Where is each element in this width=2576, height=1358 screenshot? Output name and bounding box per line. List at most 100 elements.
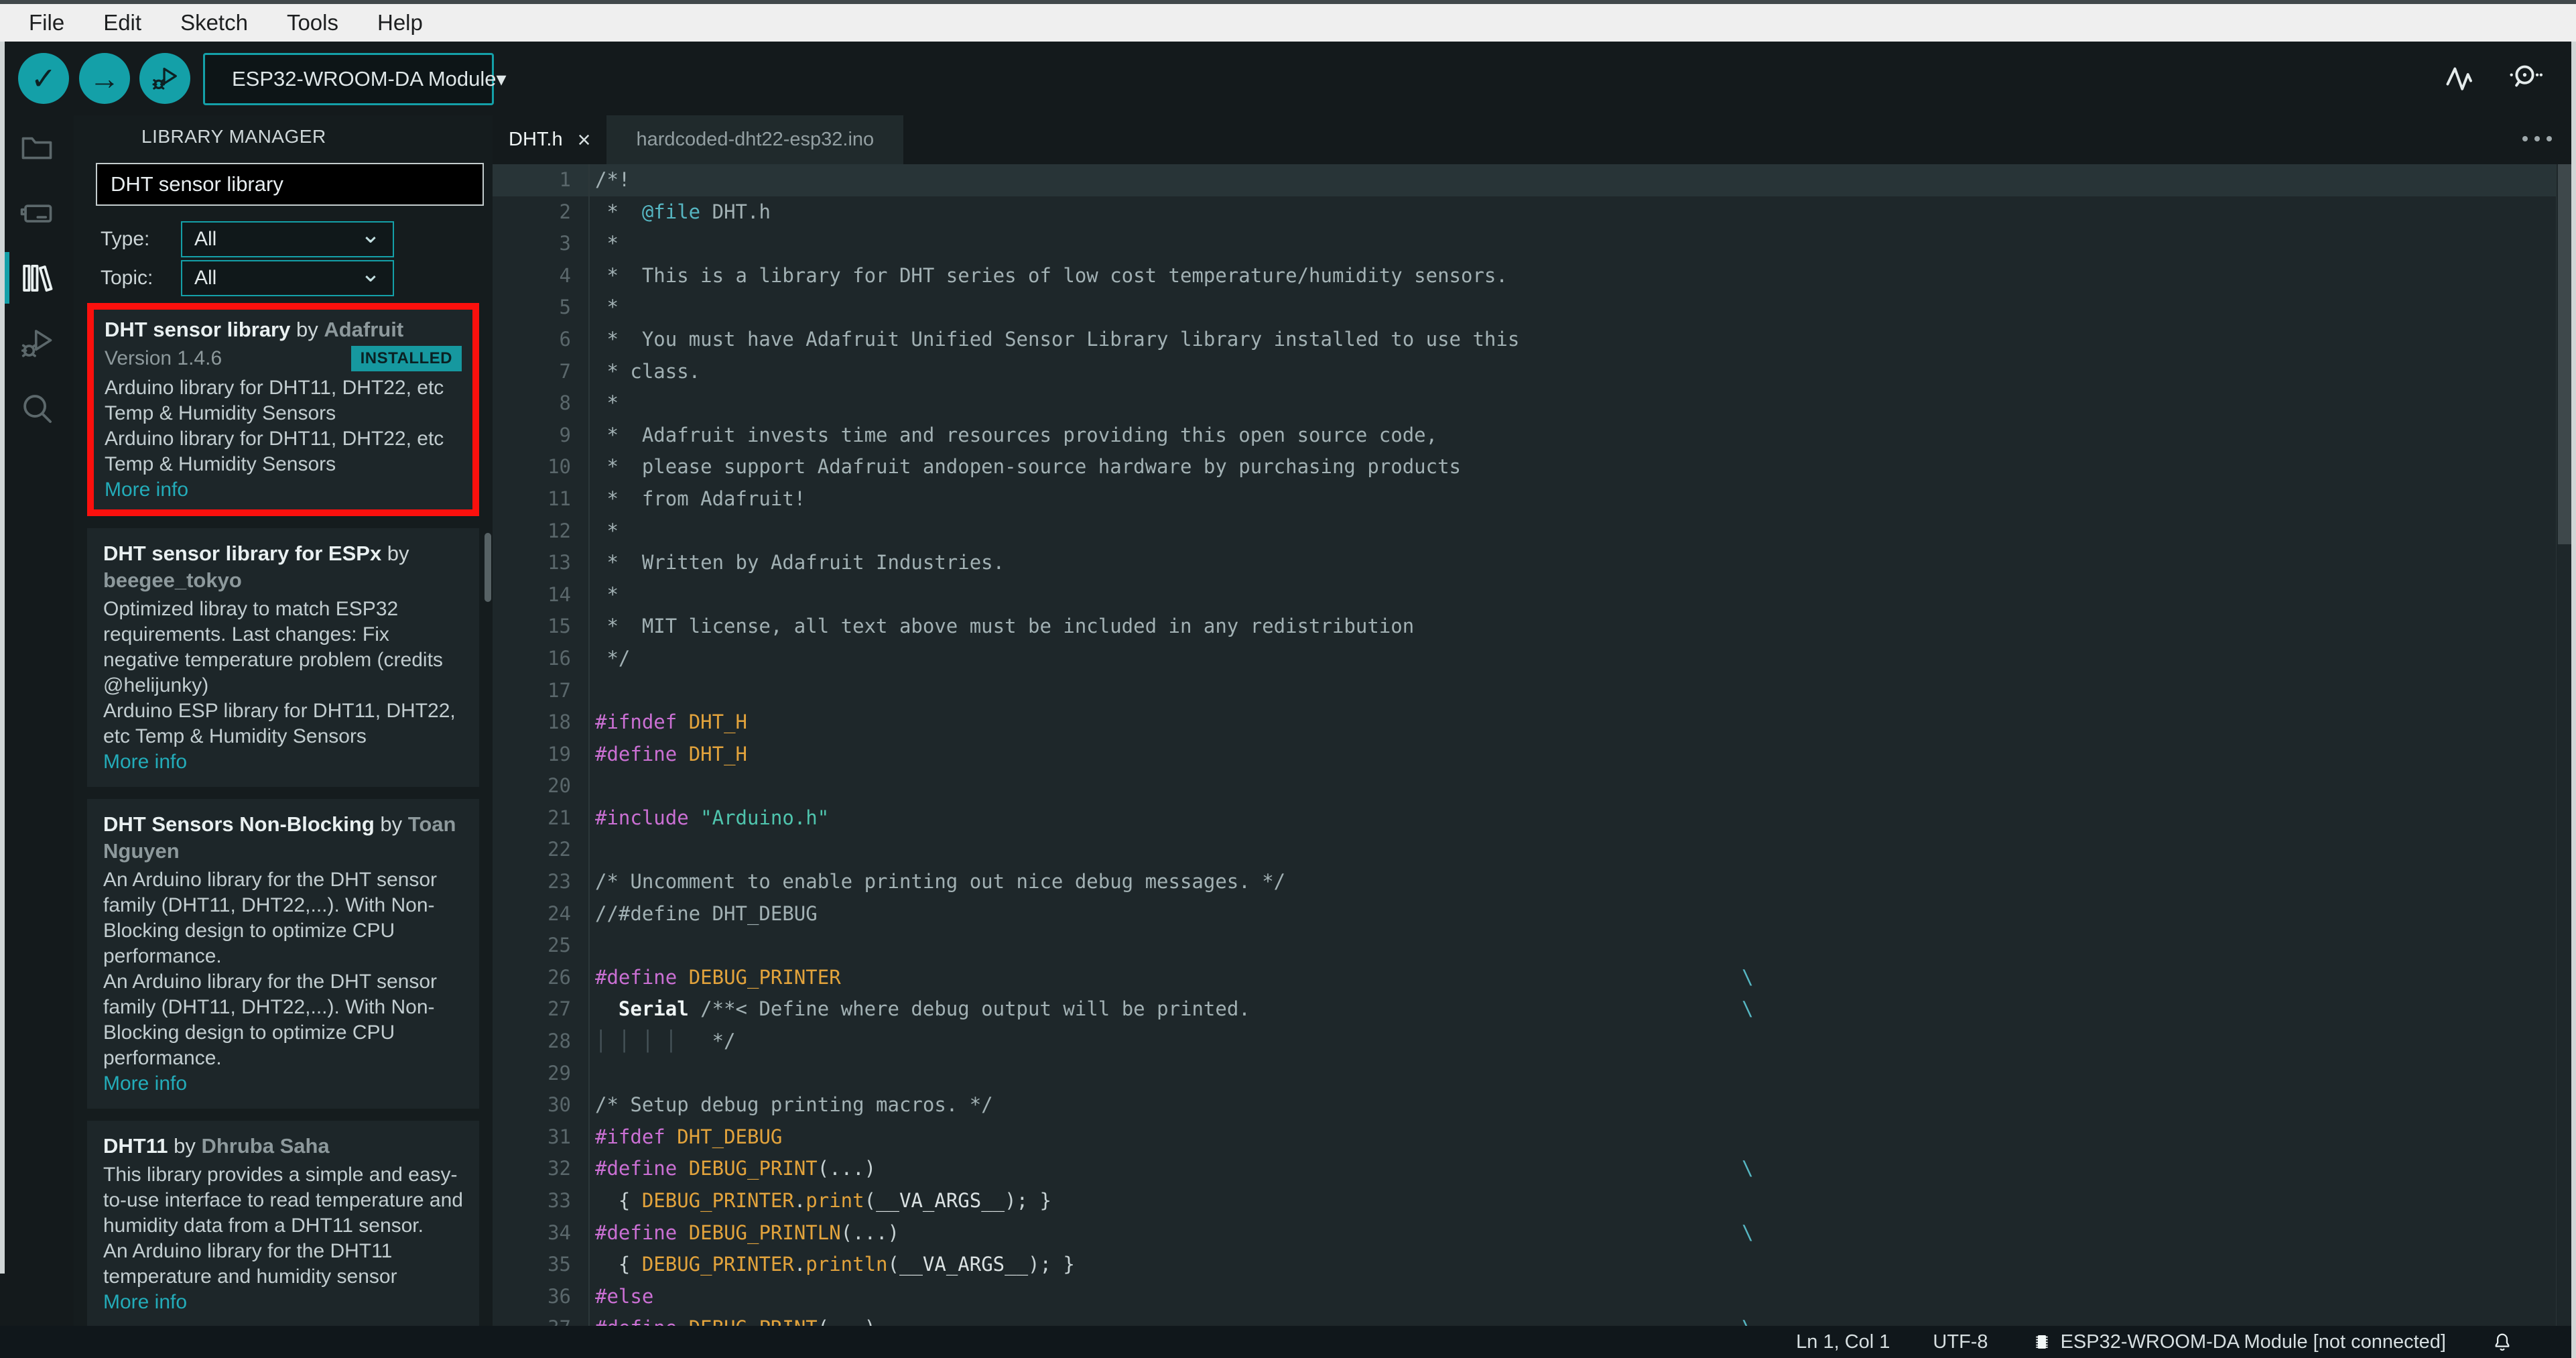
menu-edit[interactable]: Edit: [84, 4, 161, 42]
menu-sketch[interactable]: Sketch: [161, 4, 267, 42]
chip-icon: [2031, 1331, 2053, 1353]
more-info-link[interactable]: More info: [103, 1290, 187, 1315]
library-item-version: Version 1.4.6: [105, 347, 222, 369]
window-left-edge: [0, 42, 5, 1274]
arduino-ide-window: File Edit Sketch Tools Help ✓ → ESP32-WROOM-…: [0, 0, 2576, 1358]
code-line: 2 * @file DHT.h: [493, 196, 2556, 229]
activity-library-manager[interactable]: [0, 245, 74, 310]
code-line: 17: [493, 674, 2556, 707]
line-number: 1: [493, 164, 590, 196]
library-item-description: Optimized libray to match ESP32 requirem…: [103, 598, 443, 696]
main-area: LIBRARY MANAGER Type: All ⌄ Topic: All ⌄…: [0, 115, 2576, 1326]
activity-bar: [0, 115, 74, 1326]
topic-filter-label: Topic:: [101, 267, 153, 289]
editor-scrollbar[interactable]: [2556, 164, 2571, 1326]
code-line: 8 *: [493, 387, 2556, 420]
tab-overflow-menu[interactable]: [2522, 136, 2552, 141]
line-number: 36: [493, 1280, 590, 1313]
library-item[interactable]: DHT Sensors Non-Blocking by Toan Nguyen A…: [87, 799, 479, 1109]
library-item-description: An Arduino library for the DHT11 tempera…: [103, 1240, 397, 1288]
library-item-title: DHT Sensors Non-Blocking by Toan Nguyen: [103, 812, 456, 863]
more-info-link[interactable]: More info: [103, 1071, 187, 1097]
code-line: 37#define DEBUG_PRINT(...) \: [493, 1312, 2556, 1326]
code-line: 27 Serial /**< Define where debug output…: [493, 993, 2556, 1026]
line-number: 17: [493, 674, 590, 707]
code-line: 15 * MIT license, all text above must be…: [493, 611, 2556, 643]
code-line: 18 #ifndef DHT_H: [493, 706, 2556, 739]
close-icon[interactable]: ×: [578, 129, 591, 151]
serial-plotter-button[interactable]: [2442, 59, 2481, 98]
verify-button[interactable]: ✓: [18, 53, 69, 104]
menu-file[interactable]: File: [9, 4, 84, 42]
tab-hardcoded-dht22-esp32.ino[interactable]: hardcoded-dht22-esp32.ino: [606, 115, 904, 164]
activity-boards-manager[interactable]: [0, 180, 74, 245]
code-line: 4 * This is a library for DHT series of …: [493, 259, 2556, 292]
library-item[interactable]: DHT sensor library for ESPx by beegee_to…: [87, 528, 479, 787]
tab-bar: DHT.h × hardcoded-dht22-esp32.ino: [493, 115, 2576, 164]
line-number: 24: [493, 898, 590, 930]
activity-sketchbook-folder[interactable]: [0, 115, 74, 180]
line-number: 33: [493, 1185, 590, 1217]
code-line: 21 #include "Arduino.h": [493, 802, 2556, 835]
line-number: 5: [493, 292, 590, 324]
more-info-link[interactable]: More info: [105, 477, 188, 503]
library-item-description: This library provides a simple and easy-…: [103, 1164, 463, 1237]
line-number: 18: [493, 706, 590, 739]
sketchbook-folder-icon: [17, 129, 56, 168]
line-number: 25: [493, 930, 590, 962]
library-item-title: DHT sensor library by Adafruit: [105, 318, 404, 341]
type-filter-select[interactable]: All ⌄: [181, 221, 394, 257]
line-number: 37: [493, 1312, 590, 1326]
tab-DHT.h[interactable]: DHT.h ×: [493, 115, 607, 164]
panel-scrollbar[interactable]: [485, 533, 491, 602]
activity-debug[interactable]: [0, 310, 74, 375]
activity-search[interactable]: [0, 375, 74, 440]
notification-bell-icon[interactable]: [2490, 1330, 2514, 1354]
code-line: 19 #define DHT_H: [493, 738, 2556, 771]
code-editor[interactable]: 1/*! 2 * @file DHT.h 3 * 4 * This is a libr…: [493, 164, 2576, 1326]
tab-bar-tabs: DHT.h × hardcoded-dht22-esp32.ino: [493, 115, 904, 164]
library-search-input[interactable]: [96, 163, 484, 206]
line-number: 8: [493, 387, 590, 420]
cursor-position: Ln 1, Col 1: [1796, 1331, 1890, 1353]
code-line: 31 #ifdef DHT_DEBUG: [493, 1121, 2556, 1154]
code-line: 32 #define DEBUG_PRINT(...) \: [493, 1153, 2556, 1185]
library-item-description: Arduino library for DHT11, DHT22, etc Te…: [105, 428, 444, 475]
more-info-link[interactable]: More info: [103, 749, 187, 775]
line-number: 9: [493, 419, 590, 452]
code-line: 12 *: [493, 515, 2556, 548]
library-item[interactable]: DHT11 by Dhruba Saha This library provide…: [87, 1121, 479, 1326]
checkmark-icon: ✓: [30, 61, 57, 96]
debug-play-icon: [149, 63, 180, 94]
library-item-description: An Arduino library for the DHT sensor fa…: [103, 971, 438, 1069]
library-manager-panel: LIBRARY MANAGER Type: All ⌄ Topic: All ⌄…: [74, 115, 493, 1326]
code-line: 6 * You must have Adafruit Unified Senso…: [493, 323, 2556, 356]
code-line: 13 * Written by Adafruit Industries.: [493, 547, 2556, 579]
board-selector-dropdown[interactable]: ESP32-WROOM-DA Module ▾: [203, 53, 507, 105]
code-line: 5 *: [493, 292, 2556, 324]
code-line: 34 #define DEBUG_PRINTLN(...) \: [493, 1217, 2556, 1249]
library-item[interactable]: DHT sensor library by Adafruit Version 1.…: [87, 303, 479, 516]
chevron-down-icon: ⌄: [360, 259, 381, 287]
code-line: 26 #define DEBUG_PRINTER \: [493, 961, 2556, 994]
code-line: 24//#define DHT_DEBUG: [493, 898, 2556, 930]
line-number: 26: [493, 961, 590, 994]
board-status-text: ESP32-WROOM-DA Module [not connected]: [2060, 1331, 2446, 1353]
code-lines: 1/*! 2 * @file DHT.h 3 * 4 * This is a libr…: [493, 164, 2556, 1326]
editor-scrollbar-thumb[interactable]: [2558, 164, 2571, 544]
topic-filter-select[interactable]: All ⌄: [181, 259, 394, 296]
board-status[interactable]: ESP32-WROOM-DA Module [not connected]: [2031, 1331, 2446, 1353]
status-bar: Ln 1, Col 1 UTF-8 ESP32-WROOM-DA Module …: [0, 1326, 2576, 1358]
start-debug-button[interactable]: [139, 53, 190, 104]
line-number: 7: [493, 355, 590, 388]
installed-badge: INSTALLED: [350, 346, 462, 371]
line-number: 3: [493, 228, 590, 260]
line-number: 21: [493, 802, 590, 835]
menu-help[interactable]: Help: [358, 4, 442, 42]
menu-tools[interactable]: Tools: [267, 4, 358, 42]
code-line: 20: [493, 770, 2556, 802]
library-item-title: DHT sensor library for ESPx by beegee_to…: [103, 542, 409, 592]
upload-button[interactable]: →: [79, 53, 130, 104]
code-line: 33 { DEBUG_PRINTER.print(__VA_ARGS__); }: [493, 1185, 2556, 1217]
serial-monitor-button[interactable]: [2505, 59, 2544, 98]
